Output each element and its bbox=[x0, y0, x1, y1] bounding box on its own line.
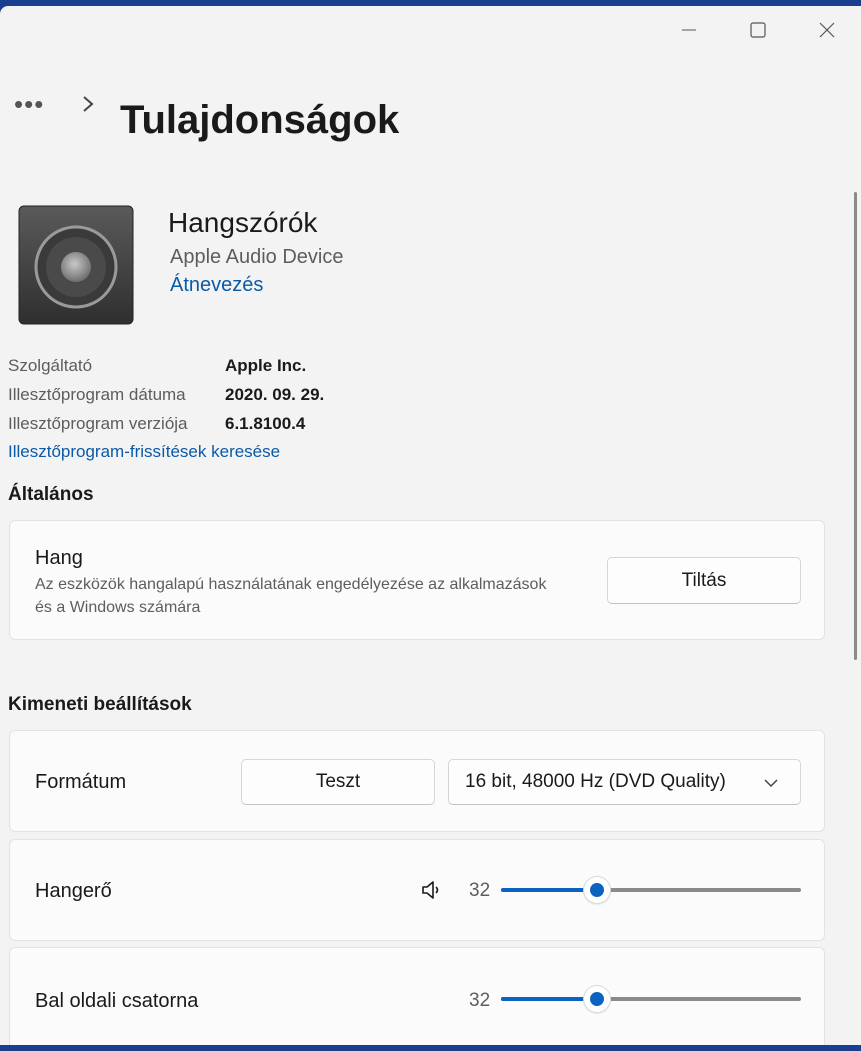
close-button[interactable] bbox=[805, 14, 849, 46]
audio-description: Az eszközök hangalapú használatának enge… bbox=[35, 576, 547, 616]
properties-window: ••• Tulajdonságok Hangszórók Apple Audio… bbox=[0, 6, 861, 1045]
driver-date-label: Illesztőprogram dátuma bbox=[8, 385, 186, 404]
audio-label: Hang bbox=[35, 547, 83, 569]
audio-card: Hang Az eszközök hangalapú használatának… bbox=[9, 520, 825, 640]
left-channel-value: 32 bbox=[469, 990, 491, 1011]
driver-version-label: Illesztőprogram verziója bbox=[8, 414, 188, 433]
volume-label: Hangerő bbox=[35, 880, 112, 902]
disable-button[interactable]: Tiltás bbox=[607, 557, 801, 604]
close-icon bbox=[819, 22, 835, 38]
scrollbar[interactable] bbox=[854, 192, 857, 660]
chevron-right-icon bbox=[82, 90, 100, 118]
format-select-value: 16 bit, 48000 Hz (DVD Quality) bbox=[465, 771, 726, 792]
volume-slider-thumb[interactable] bbox=[584, 877, 610, 903]
format-label: Formátum bbox=[35, 771, 127, 793]
device-model: Apple Audio Device bbox=[170, 246, 344, 268]
format-card: Formátum Teszt 16 bit, 48000 Hz (DVD Qua… bbox=[9, 730, 825, 832]
breadcrumb-overflow-button[interactable]: ••• bbox=[14, 91, 54, 117]
left-channel-label: Bal oldali csatorna bbox=[35, 990, 199, 1012]
device-name: Hangszórók bbox=[168, 207, 318, 238]
test-button[interactable]: Teszt bbox=[241, 759, 435, 805]
speaker-icon bbox=[18, 204, 134, 326]
volume-card: Hangerő 32 bbox=[9, 839, 825, 941]
left-channel-slider[interactable] bbox=[501, 986, 801, 1012]
maximize-icon bbox=[750, 22, 766, 38]
provider-value: Apple Inc. bbox=[225, 356, 307, 375]
breadcrumb: ••• bbox=[14, 90, 100, 118]
volume-icon[interactable] bbox=[420, 878, 444, 907]
minimize-button[interactable] bbox=[667, 14, 711, 46]
driver-version-value: 6.1.8100.4 bbox=[225, 414, 306, 433]
volume-value: 32 bbox=[469, 880, 491, 901]
format-select[interactable]: 16 bit, 48000 Hz (DVD Quality) bbox=[448, 759, 801, 805]
volume-slider-fill bbox=[501, 888, 597, 892]
minimize-icon bbox=[682, 29, 696, 31]
general-section-title: Általános bbox=[8, 484, 94, 505]
left-channel-slider-thumb[interactable] bbox=[584, 986, 610, 1012]
driver-date-value: 2020. 09. 29. bbox=[225, 385, 325, 404]
rename-link[interactable]: Átnevezés bbox=[170, 274, 263, 297]
maximize-button[interactable] bbox=[736, 14, 780, 46]
page-title: Tulajdonságok bbox=[120, 98, 400, 142]
chevron-down-icon bbox=[764, 774, 778, 788]
left-channel-slider-fill bbox=[501, 997, 597, 1001]
left-channel-card: Bal oldali csatorna 32 bbox=[9, 947, 825, 1045]
provider-label: Szolgáltató bbox=[8, 356, 93, 375]
volume-slider[interactable] bbox=[501, 877, 801, 903]
driver-update-link[interactable]: Illesztőprogram-frissítések keresése bbox=[8, 442, 280, 462]
output-section-title: Kimeneti beállítások bbox=[8, 694, 192, 715]
